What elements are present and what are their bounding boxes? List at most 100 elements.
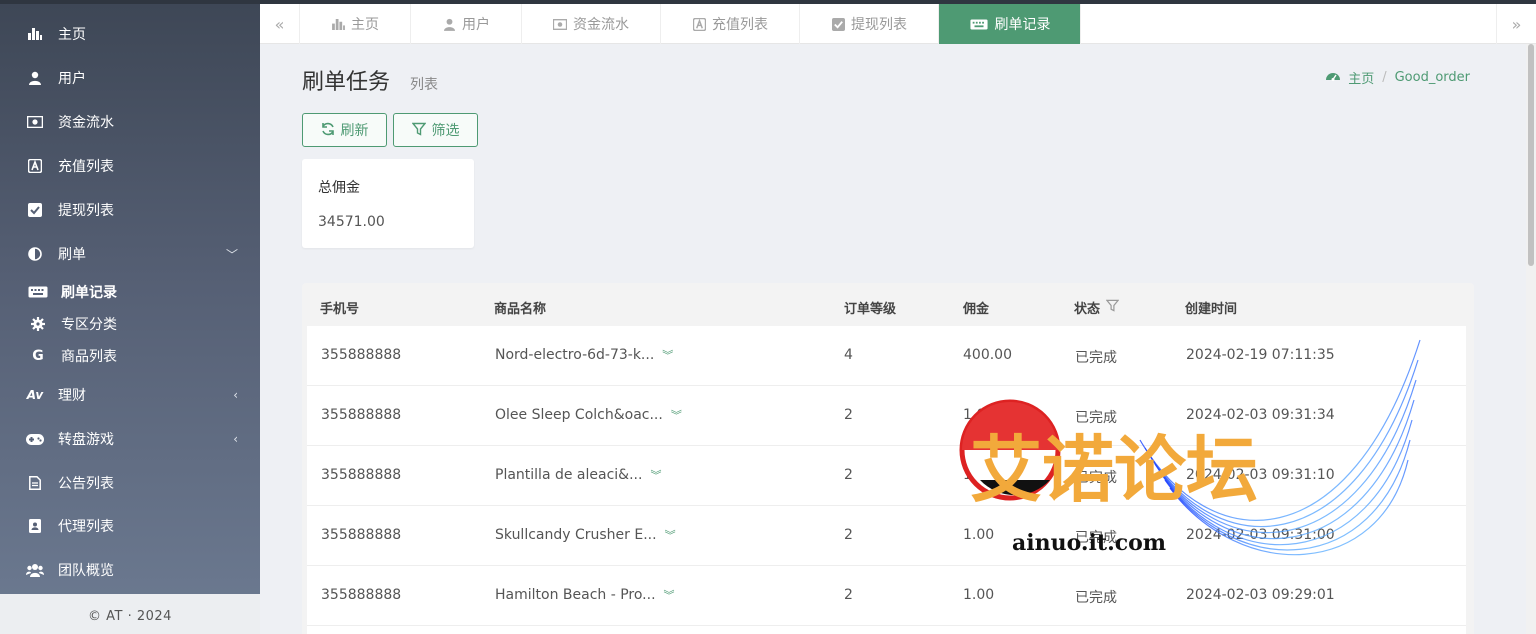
table-row: 355888888 Hamilton Beach - Pro... ︾ 2 1.0… [307,566,1466,626]
tab-users[interactable]: 用户 [411,4,522,44]
cell-level: 2 [844,527,853,543]
sidebar-item-label: 刷单 [58,247,86,263]
tab-label: 刷单记录 [994,17,1051,33]
file-text-icon [26,474,44,492]
column-header-created: 创建时间 [1185,298,1237,317]
table-row: 355888888 Olee Sleep Colch&oac... ︾ 2 1.0… [307,386,1466,446]
refresh-button[interactable]: 刷新 [302,113,387,147]
sidebar-item-announcements[interactable]: 公告列表 [0,463,260,503]
sidebar-item-withdraw[interactable]: 提现列表 [0,190,260,230]
sidebar-item-label: 用户 [58,71,86,87]
breadcrumb-home-link[interactable]: 主页 [1348,68,1374,87]
page-title: 刷单任务 [302,70,391,95]
sidebar-item-users[interactable]: 用户 [0,58,260,98]
tab-home[interactable]: 主页 [300,4,411,44]
sidebar-item-home[interactable]: 主页 [0,14,260,54]
tab-label: 资金流水 [573,17,629,33]
google-icon: G [32,348,44,364]
column-filter-icon[interactable] [1105,299,1120,316]
column-header-label: 手机号 [320,302,360,317]
double-chevron-down-icon[interactable]: ︾ [662,349,673,362]
chevron-left-icon: ‹ [233,432,238,446]
sidebar-item-agents[interactable]: 代理列表 [0,506,260,546]
sidebar-item-finance[interactable]: Av 理财 ‹ [0,375,260,415]
sidebar-subitem-brush-records[interactable]: 刷单记录 [0,277,260,307]
cell-product: Hamilton Beach - Pro... ︾ [495,587,675,603]
column-header-label: 创建时间 [1185,302,1238,317]
money-icon [553,17,567,31]
cell-phone: 355888888 [321,467,402,483]
cell-product: Skullcandy Crusher E... ︾ [495,527,676,543]
tab-scroll-left-button[interactable]: « [260,4,300,44]
address-book-icon [26,517,44,535]
tab-brush-records[interactable]: 刷单记录 [939,4,1081,44]
check-square-icon [831,17,845,31]
chevron-left-icon: ‹ [233,388,238,402]
user-icon [26,69,44,87]
cell-created: 2024-02-19 07:11:35 [1186,347,1335,363]
cell-phone: 355888888 [321,587,402,603]
double-chevron-down-icon[interactable]: ︾ [650,469,661,482]
scrollbar-thumb[interactable] [1528,44,1534,266]
filter-icon [411,122,426,139]
cell-level: 2 [844,407,853,423]
double-chevron-down-icon[interactable]: ︾ [665,529,676,542]
sidebar-item-wheel-game[interactable]: 转盘游戏 ‹ [0,419,260,459]
cog-icon [28,316,48,332]
sidebar-item-label: 提现列表 [58,203,114,219]
bar-chart-icon [26,25,44,43]
cell-commission: 1.00 [963,407,995,423]
page-scrollbar[interactable] [1526,44,1536,634]
cell-product-text: Plantilla de aleaci&... [495,467,643,483]
sidebar-item-brush[interactable]: 刷单 ﹀ [0,234,260,274]
column-header-label: 状态 [1074,302,1101,317]
cell-created: 2024-02-03 09:31:00 [1186,527,1335,543]
refresh-button-label: 刷新 [340,122,369,138]
cell-product: Olee Sleep Colch&oac... ︾ [495,407,682,423]
filter-button-label: 筛选 [431,122,460,138]
tab-bar: « 主页 用户 资金流水 充值列表 提现列表 刷单记录 » [260,4,1536,44]
check-square-icon [26,201,44,219]
cell-product-text: Olee Sleep Colch&oac... [495,407,663,423]
card-title: 总佣金 [318,180,360,196]
double-chevron-down-icon[interactable]: ︾ [664,589,675,602]
sidebar-subitem-label: 专区分类 [61,317,117,333]
cell-phone: 355888888 [321,347,402,363]
keyboard-icon [969,17,989,31]
keyboard-icon [28,284,48,300]
tab-fund-flow[interactable]: 资金流水 [522,4,661,44]
sidebar-subitem-label: 商品列表 [61,349,117,365]
cell-commission: 1.00 [963,467,995,483]
font-icon [692,17,706,31]
font-icon [26,157,44,175]
column-header-product: 商品名称 [494,298,546,317]
breadcrumb: 主页 / Good_order [1326,68,1470,87]
filter-button[interactable]: 筛选 [393,113,478,147]
tab-scroll-right-button[interactable]: » [1496,4,1536,44]
tab-withdraw[interactable]: 提现列表 [800,4,939,44]
cell-product-text: Skullcandy Crusher E... [495,527,657,543]
tab-recharge[interactable]: 充值列表 [661,4,800,44]
sidebar-item-team-overview[interactable]: 团队概览 [0,550,260,590]
column-header-label: 商品名称 [494,302,547,317]
tab-label: 主页 [351,17,379,33]
cell-created: 2024-02-03 09:29:01 [1186,587,1335,603]
double-chevron-down-icon[interactable]: ︾ [671,409,682,422]
sidebar-item-label: 团队概览 [58,563,114,579]
sidebar-subitem-zone-category[interactable]: 专区分类 [0,309,260,339]
sidebar-item-fund-flow[interactable]: 资金流水 [0,102,260,142]
cell-commission: 1.00 [963,527,995,543]
users-icon [26,561,44,579]
sidebar-subitem-products[interactable]: G 商品列表 [0,341,260,371]
cell-phone: 355888888 [321,407,402,423]
sidebar: 主页 用户 资金流水 充值列表 提现列表 刷单 ﹀ 刷单记录 专区分类 G 商品… [0,4,260,634]
breadcrumb-separator: / [1382,70,1387,85]
chevron-down-icon: ﹀ [225,247,238,262]
sidebar-item-recharge[interactable]: 充值列表 [0,146,260,186]
sidebar-item-label: 公告列表 [58,476,114,492]
card-value: 34571.00 [318,214,385,230]
table-header: 手机号 商品名称 订单等级 佣金 状态 创建时间 [302,283,1474,326]
column-header-status: 状态 [1074,298,1120,317]
cell-created: 2024-02-03 09:31:34 [1186,407,1335,423]
aviato-icon: Av [26,388,44,402]
